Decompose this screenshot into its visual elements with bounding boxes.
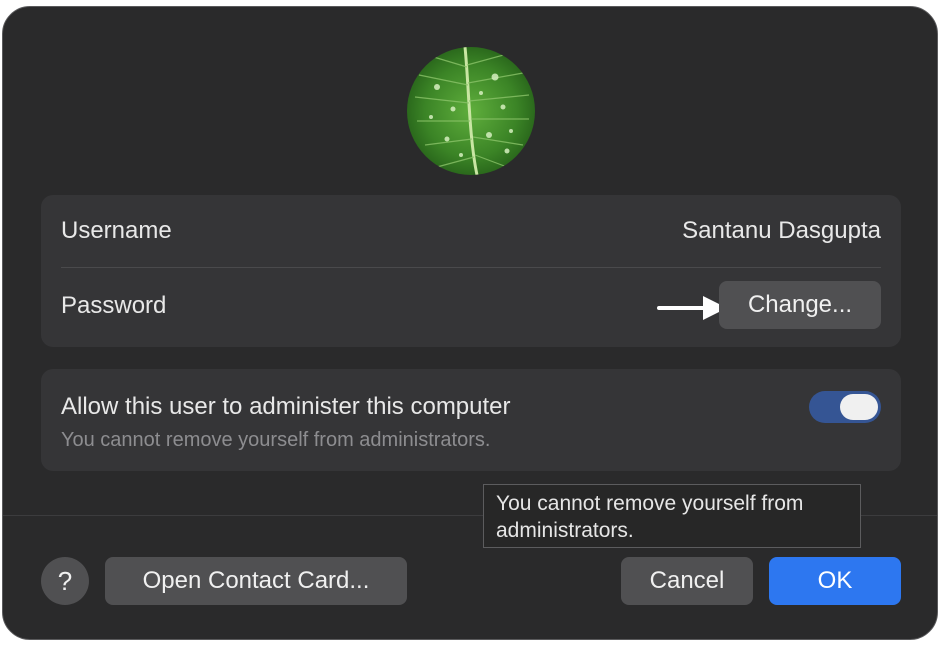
admin-subtitle: You cannot remove yourself from administ… (61, 429, 491, 451)
admin-panel: Allow this user to administer this compu… (41, 369, 901, 471)
ok-button[interactable]: OK (769, 557, 901, 605)
admin-title: Allow this user to administer this compu… (61, 393, 511, 420)
help-button[interactable]: ? (41, 557, 89, 605)
username-label: Username (61, 217, 172, 244)
user-details-dialog: Username Santanu Dasgupta Password Chang… (2, 6, 938, 640)
row-divider (61, 267, 881, 268)
username-value: Santanu Dasgupta (682, 217, 881, 244)
password-label: Password (61, 292, 167, 319)
user-avatar[interactable] (407, 47, 535, 175)
tooltip: You cannot remove yourself from administ… (483, 484, 861, 548)
open-contact-card-button[interactable]: Open Contact Card... (105, 557, 407, 605)
cancel-button[interactable]: Cancel (621, 557, 753, 605)
leaf-photo-icon (407, 47, 535, 175)
toggle-knob (840, 394, 878, 420)
admin-toggle[interactable] (809, 391, 881, 423)
account-panel: Username Santanu Dasgupta Password Chang… (41, 195, 901, 347)
change-password-button[interactable]: Change... (719, 281, 881, 329)
